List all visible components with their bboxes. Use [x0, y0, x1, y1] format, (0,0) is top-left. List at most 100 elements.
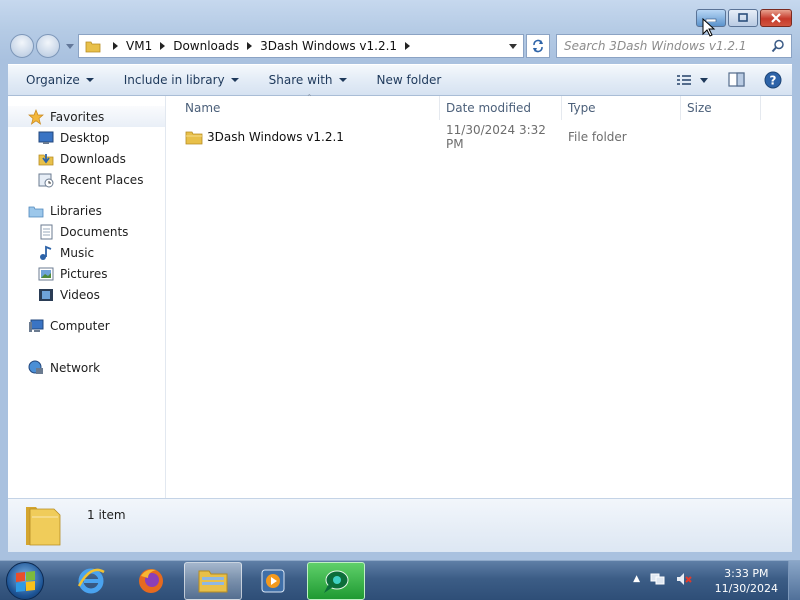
share-with-button[interactable]: Share with: [251, 65, 359, 95]
close-button[interactable]: [760, 9, 792, 27]
taskbar-media-player[interactable]: [244, 562, 302, 600]
network-icon: [28, 360, 44, 376]
nav-computer[interactable]: Computer: [8, 315, 165, 336]
preview-pane-icon[interactable]: [728, 72, 746, 88]
nav-gap: [8, 190, 165, 200]
forward-button[interactable]: [36, 34, 60, 58]
nav-pictures[interactable]: Pictures: [8, 263, 165, 284]
nav-libraries[interactable]: Libraries: [8, 200, 165, 221]
help-icon[interactable]: ?: [764, 71, 782, 89]
folder-icon: [85, 41, 101, 53]
nav-gap: [8, 305, 165, 315]
close-icon: [771, 13, 781, 23]
column-header-name[interactable]: Name: [167, 96, 440, 120]
chat-app-icon: [324, 570, 349, 593]
chevron-down-icon: [230, 78, 239, 82]
taskbar: ▲ 3:33 PM 11/30/2024: [0, 560, 800, 600]
search-input[interactable]: [564, 39, 774, 53]
refresh-button[interactable]: [526, 34, 550, 58]
chevron-down-icon: [85, 78, 94, 82]
change-view-button[interactable]: [676, 73, 708, 87]
column-header-type[interactable]: Type: [562, 96, 681, 120]
clock-date: 11/30/2024: [714, 582, 778, 595]
share-with-label: Share with: [268, 73, 333, 87]
taskbar-firefox[interactable]: [122, 562, 180, 600]
show-desktop-button[interactable]: [788, 561, 800, 600]
folder-icon: [26, 507, 61, 546]
pictures-icon: [38, 266, 54, 282]
nav-network[interactable]: Network: [8, 357, 165, 378]
clock-time: 3:33 PM: [724, 567, 769, 580]
column-header-date[interactable]: Date modified: [440, 96, 562, 120]
recent-places-icon: [38, 172, 54, 188]
refresh-icon: [533, 39, 543, 53]
explorer-window: VM1 Downloads 3Dash Windows v1.2.1 Organ…: [0, 0, 800, 560]
recent-pages-dropdown[interactable]: [66, 44, 74, 49]
taskbar-green-app[interactable]: [307, 562, 365, 600]
nav-favorites[interactable]: Favorites: [8, 106, 165, 127]
include-in-library-label: Include in library: [123, 73, 225, 87]
chevron-down-icon: [338, 78, 347, 82]
star-icon: [28, 108, 44, 125]
column-header-size[interactable]: Size: [681, 96, 761, 120]
nav-desktop[interactable]: Desktop: [8, 127, 165, 148]
nav-music-label: Music: [60, 245, 95, 260]
panes: Favorites Desktop Downloads Recent Place…: [8, 93, 792, 498]
nav-desktop-label: Desktop: [60, 130, 110, 145]
system-clock[interactable]: 3:33 PM 11/30/2024: [715, 566, 778, 596]
maximize-button[interactable]: [728, 9, 758, 27]
file-name: 3Dash Windows v1.2.1: [207, 130, 344, 144]
breadcrumb-separator[interactable]: [405, 42, 411, 50]
network-status-icon[interactable]: [650, 571, 666, 587]
windows-explorer-icon: [198, 570, 228, 593]
taskbar-internet-explorer[interactable]: [62, 562, 120, 600]
search-box[interactable]: [556, 34, 792, 58]
breadcrumb-separator[interactable]: [160, 42, 166, 50]
file-name-cell[interactable]: 3Dash Windows v1.2.1: [167, 129, 440, 145]
music-icon: [38, 245, 54, 261]
nav-pictures-label: Pictures: [60, 266, 108, 281]
nav-gap: [8, 336, 165, 357]
nav-downloads-label: Downloads: [60, 151, 126, 166]
nav-recent-places-label: Recent Places: [60, 172, 144, 187]
breadcrumb-separator[interactable]: [247, 42, 253, 50]
chevron-down-icon: [700, 77, 708, 83]
nav-videos-label: Videos: [60, 287, 100, 302]
start-button[interactable]: [6, 562, 44, 600]
organize-button[interactable]: Organize: [8, 65, 106, 95]
column-headers: Name Date modified Type Size: [167, 96, 792, 120]
nav-music[interactable]: Music: [8, 242, 165, 263]
item-count: 1 item: [87, 508, 126, 522]
breadcrumb-current-folder[interactable]: 3Dash Windows v1.2.1: [260, 39, 397, 53]
restore-icon: [738, 13, 748, 22]
favorites-group: Favorites Desktop Downloads Recent Place…: [8, 106, 165, 190]
nav-documents-label: Documents: [60, 224, 129, 239]
nav-recent-places[interactable]: Recent Places: [8, 169, 165, 190]
svg-text:?: ?: [770, 74, 777, 88]
nav-videos[interactable]: Videos: [8, 284, 165, 305]
view-list-icon: [677, 75, 691, 85]
breadcrumb-vm1[interactable]: VM1: [126, 39, 152, 53]
address-history-dropdown[interactable]: [509, 44, 517, 49]
nav-computer-label: Computer: [50, 318, 110, 333]
address-bar[interactable]: VM1 Downloads 3Dash Windows v1.2.1: [78, 34, 524, 58]
volume-muted-icon[interactable]: [676, 571, 692, 587]
organize-label: Organize: [26, 73, 80, 87]
breadcrumb-downloads[interactable]: Downloads: [173, 39, 239, 53]
internet-explorer-icon: [77, 568, 105, 594]
new-folder-label: New folder: [376, 73, 442, 87]
table-row[interactable]: 3Dash Windows v1.2.1 11/30/2024 3:32 PM …: [167, 123, 792, 151]
nav-downloads[interactable]: Downloads: [8, 148, 165, 169]
nav-documents[interactable]: Documents: [8, 221, 165, 242]
taskbar-windows-explorer[interactable]: [184, 562, 242, 600]
documents-icon: [38, 224, 54, 240]
back-button[interactable]: [10, 34, 34, 58]
show-hidden-icons-button[interactable]: ▲: [633, 574, 640, 584]
command-bar: Organize Include in library Share with N…: [8, 64, 792, 96]
include-in-library-button[interactable]: Include in library: [106, 65, 251, 95]
breadcrumb-separator[interactable]: [113, 42, 118, 50]
media-player-icon: [261, 569, 285, 593]
videos-icon: [38, 287, 54, 303]
new-folder-button[interactable]: New folder: [359, 65, 454, 95]
search-icon[interactable]: [771, 39, 785, 53]
